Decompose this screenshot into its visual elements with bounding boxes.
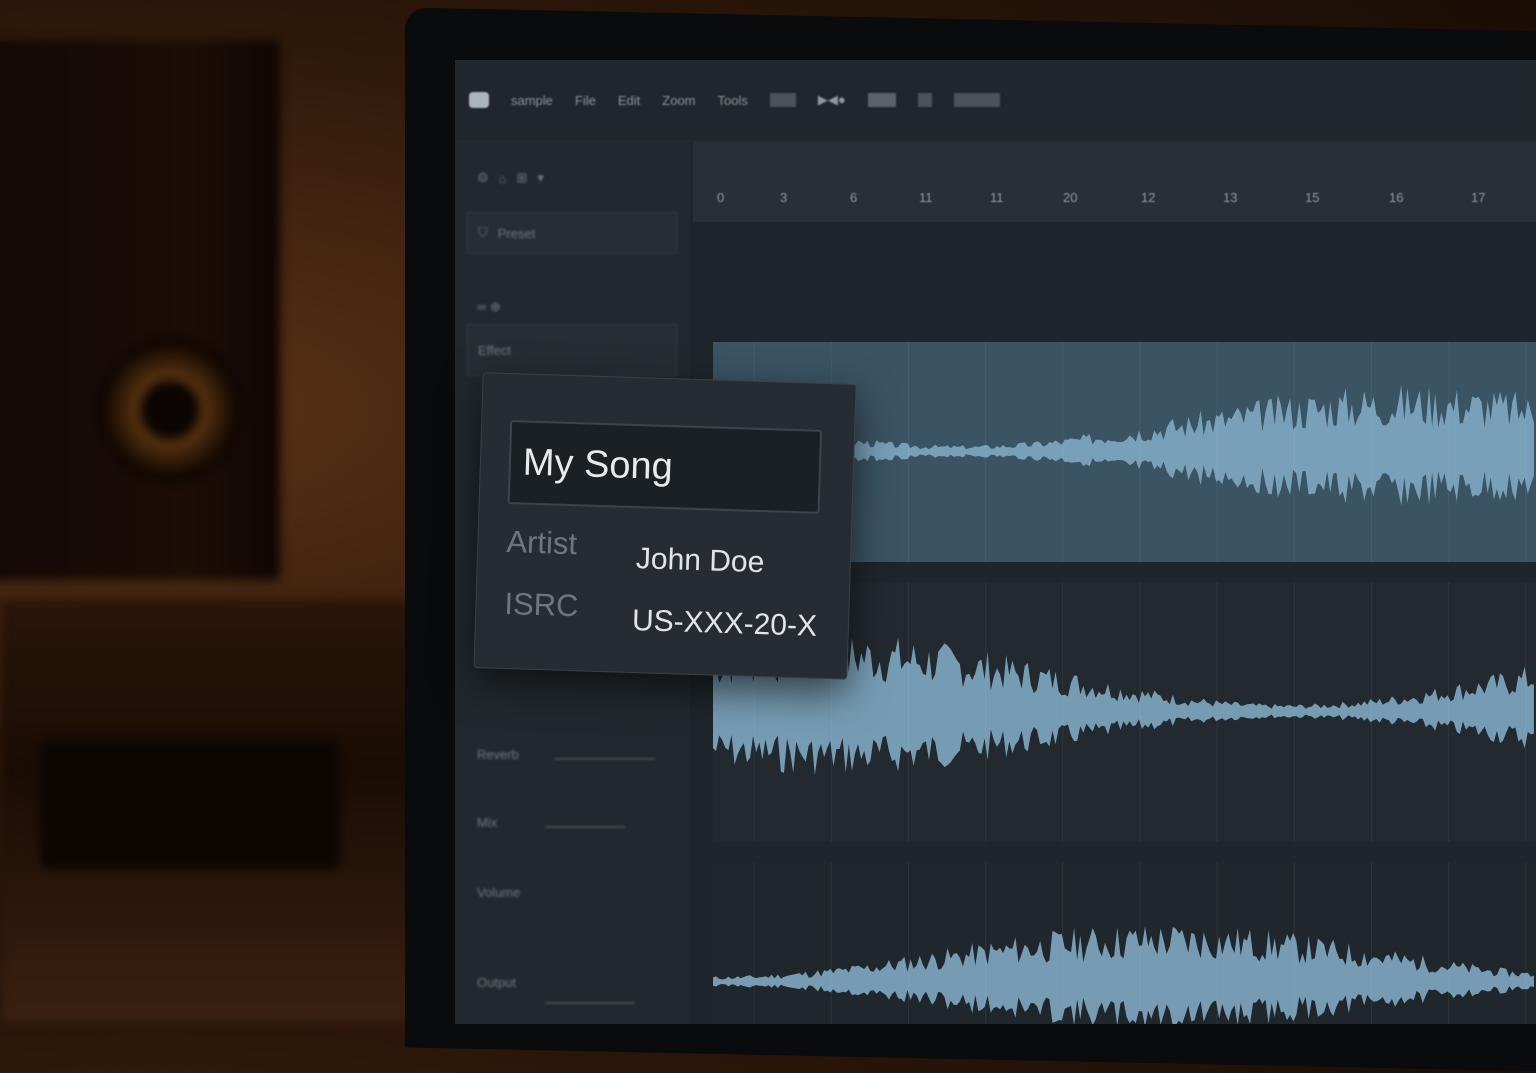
sidebar-section: ∞ ⊕ (467, 287, 677, 327)
sidebar-item-preset[interactable]: ⛉ Preset (467, 212, 677, 254)
artist-value[interactable]: John Doe (635, 542, 764, 580)
ruler-tick: 20 (1063, 190, 1078, 205)
sidebar-tools: ⚙ ⌂ ⊞ ▾ (467, 158, 677, 198)
isrc-label: ISRC (503, 586, 580, 624)
sidebar-item-label: Reverb (477, 746, 519, 762)
sidebar-item-mix[interactable]: Mix (467, 802, 677, 842)
speaker-woofer (95, 335, 245, 485)
time-ruler[interactable]: 0 3 6 11 11 20 12 13 15 16 17 (693, 142, 1536, 222)
sidebar-item-label: Mix (477, 814, 498, 830)
link-icon: ∞ ⊕ (477, 299, 501, 314)
ruler-tick: 16 (1389, 190, 1404, 205)
stop-button[interactable] (769, 93, 796, 107)
loop-button[interactable] (917, 93, 932, 107)
ruler-tick: 15 (1305, 190, 1320, 205)
ruler-tick: 11 (990, 190, 1004, 205)
toolbar: sample File Edit Zoom Tools ▶◀● (455, 60, 1536, 140)
chevron-down-icon[interactable]: ▾ (537, 170, 544, 186)
sidebar-item-reverb[interactable]: Reverb (467, 734, 677, 774)
menu-item-tools[interactable]: Tools (718, 93, 748, 108)
ruler-tick: 6 (850, 190, 858, 205)
menu-item-file[interactable]: File (575, 93, 596, 108)
reverb-slider[interactable] (555, 758, 655, 760)
sidebar-item-label: Volume (477, 884, 521, 900)
menu-item-sample[interactable]: sample (511, 93, 553, 108)
ruler-tick: 17 (1471, 190, 1486, 205)
menu-item-zoom[interactable]: Zoom (662, 93, 695, 108)
ruler-tick: 11 (919, 190, 933, 205)
user-icon[interactable]: ⌂ (499, 171, 507, 186)
menu-item-edit[interactable]: Edit (618, 93, 640, 108)
mix-slider[interactable] (545, 826, 625, 828)
ruler-tick: 3 (780, 190, 788, 205)
audio-track-3[interactable] (713, 862, 1536, 1024)
zoom-field[interactable] (953, 93, 1000, 107)
track-metadata-panel: My Song Artist John Doe ISRC US-XXX-20-X (473, 372, 857, 680)
sidebar-item-output[interactable]: Output (467, 962, 677, 1002)
ruler-tick: 12 (1141, 190, 1156, 205)
artist-label: Artist (505, 524, 578, 562)
isrc-value[interactable]: US-XXX-20-X (631, 604, 817, 644)
output-slider[interactable] (545, 1002, 635, 1004)
grid-icon[interactable]: ⊞ (517, 170, 528, 186)
sidebar-item-label: Preset (497, 225, 536, 241)
keyboard (40, 740, 340, 870)
sidebar-item-label: Output (477, 974, 517, 990)
sidebar-item-label: Effect (478, 342, 512, 358)
shield-icon: ⛉ (478, 225, 488, 240)
sidebar-item-effect[interactable]: Effect (467, 324, 677, 376)
view-toggle-button[interactable] (867, 93, 896, 107)
ruler-tick: 0 (717, 190, 725, 205)
waveform (713, 862, 1534, 1024)
song-title-input[interactable]: My Song (507, 420, 823, 514)
app-logo-icon[interactable] (469, 92, 489, 108)
ruler-tick: 13 (1223, 190, 1238, 205)
sidebar-item-volume[interactable]: Volume (467, 872, 677, 912)
studio-speaker (0, 40, 280, 580)
settings-icon[interactable]: ⚙ (477, 170, 489, 186)
transport-icon[interactable]: ▶◀● (818, 92, 846, 108)
